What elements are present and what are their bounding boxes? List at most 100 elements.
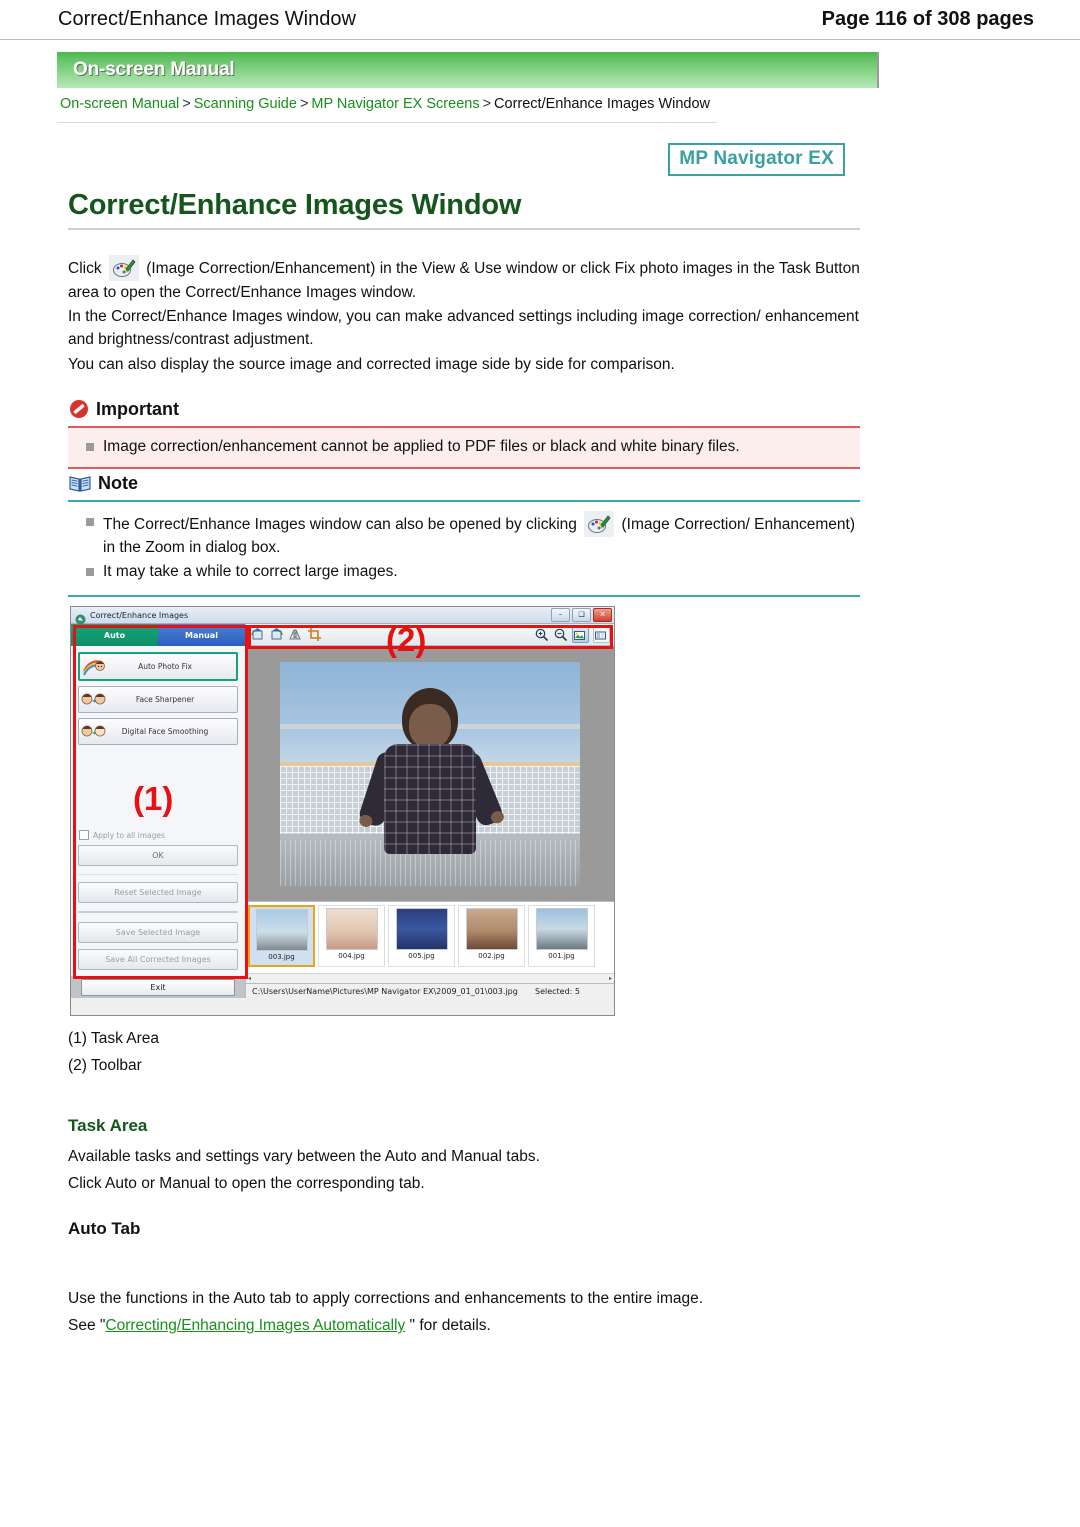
image-preview-area[interactable] [246,646,614,901]
auto-photo-fix-label: Auto Photo Fix [138,662,192,671]
app-status-bar: C:\Users\UserName\Pictures\MP Navigator … [246,983,614,998]
window-controls: – ❑ ✕ [551,608,612,622]
mp-navigator-ex-logo: MP Navigator EX [668,143,845,176]
note-bullet-1: It may take a while to correct large ima… [68,561,860,583]
page-title: Correct/Enhance Images Window [58,8,356,30]
exit-button[interactable]: Exit [81,978,235,996]
note-body: The Correct/Enhance Images window can al… [68,502,860,595]
zoom-in-icon[interactable] [534,627,549,642]
intro-p1-pre: Click [68,260,102,277]
tab-manual[interactable]: Manual [158,624,245,646]
breadcrumb-item-1[interactable]: Scanning Guide [194,96,297,112]
image-correction-enhancement-icon [584,511,615,537]
rotate-left-icon[interactable] [250,627,265,642]
task-divider-2 [78,911,238,913]
app-toolbar [246,624,614,646]
important-heading-row: Important [68,396,860,422]
thumbnail-label: 004.jpg [338,952,365,960]
compare-view-icon[interactable] [593,626,610,643]
thumbnail-label: 005.jpg [408,952,435,960]
thumbnail-horizontal-scrollbar[interactable]: ◂ ▸ [246,973,614,983]
app-window-title: Correct/Enhance Images [90,610,189,620]
note-heading-row: Note [68,470,860,496]
digital-face-smoothing-icon [81,722,107,742]
thumbnail-item[interactable]: 005.jpg [388,905,455,967]
auto-photo-fix-button[interactable]: Auto Photo Fix [78,652,238,681]
bullet-square-icon [86,518,94,526]
apply-to-all-images-checkbox-row[interactable]: Apply to all images [79,830,238,840]
title-divider [68,228,860,230]
thumbnail-item[interactable]: 001.jpg [528,905,595,967]
important-bullet-0: Image correction/enhancement cannot be a… [68,436,860,458]
correcting-enhancing-images-automatically-link[interactable]: Correcting/Enhancing Images Automaticall… [105,1317,405,1334]
ok-button[interactable]: OK [78,845,238,866]
page-header: Correct/Enhance Images Window Page 116 o… [0,0,1080,40]
save-selected-image-button[interactable]: Save Selected Image [78,922,238,943]
thumbnail-strip[interactable]: 003.jpg 004.jpg 005.jpg 002.jpg 001.jpg [246,901,614,973]
tab-auto[interactable]: Auto [71,624,158,646]
digital-face-smoothing-button[interactable]: Digital Face Smoothing [78,718,238,745]
digital-face-smoothing-label: Digital Face Smoothing [121,727,209,736]
maximize-button[interactable]: ❑ [572,608,591,622]
note-item-1-text: It may take a while to correct large ima… [103,563,398,580]
breadcrumb-item-2[interactable]: MP Navigator EX Screens [311,96,479,112]
thumbnail-item[interactable]: 003.jpg [248,905,315,967]
annotation-number-2: (2) [386,621,427,658]
note-bottom-rule [68,595,860,597]
thumbnail-image [535,908,588,950]
breadcrumb-sep-1: > [299,96,309,112]
breadcrumb: On-screen Manual > Scanning Guide > MP Navig… [60,96,1000,112]
face-sharpener-button[interactable]: Face Sharpener [78,686,238,713]
exit-bar: Exit [71,976,245,998]
thumbnail-item[interactable]: 002.jpg [458,905,525,967]
caption-task-area: (1) Task Area [68,1030,160,1047]
bullet-square-icon [86,443,94,451]
thumbnail-label: 001.jpg [548,952,575,960]
task-tabs: Auto Manual [71,624,245,646]
intro-paragraph-1: Click (Image Correction/Enhancement) in … [68,255,868,304]
apply-to-all-images-checkbox[interactable] [79,830,89,840]
important-heading-label: Important [96,398,179,419]
breadcrumb-sep-0: > [182,96,191,112]
task-area-line-1: Available tasks and settings vary betwee… [68,1148,540,1165]
note-heading-label: Note [98,472,138,493]
reset-selected-image-button[interactable]: Reset Selected Image [78,882,238,903]
thumbnail-item[interactable]: 004.jpg [318,905,385,967]
auto-tab-line-1: Use the functions in the Auto tab to app… [68,1290,704,1307]
status-selected-count: Selected: 5 [534,986,580,996]
thumbnail-label: 002.jpg [478,952,505,960]
rotate-right-icon[interactable] [269,627,284,642]
close-button[interactable]: ✕ [593,608,612,622]
preview-panel: 003.jpg 004.jpg 005.jpg 002.jpg 001.jpg … [246,624,614,998]
on-screen-manual-banner: On-screen Manual [57,52,879,88]
fit-to-window-icon[interactable] [572,626,589,643]
minimize-button[interactable]: – [551,608,570,622]
thumbnail-image [465,908,518,950]
heading-task-area: Task Area [68,1116,148,1135]
crop-icon[interactable] [307,627,322,642]
thumbnail-label: 003.jpg [268,953,295,961]
zoom-out-icon[interactable] [553,627,568,642]
manual-page: Correct/Enhance Images Window Page 116 o… [0,0,1080,1527]
thumbnail-image [255,909,308,951]
banner-label: On-screen Manual [73,59,235,80]
note-bullet-0: The Correct/Enhance Images window can al… [68,511,860,559]
annotation-number-1: (1) [133,780,174,817]
face-sharpener-label: Face Sharpener [135,695,195,704]
scroll-left-arrow-icon[interactable]: ◂ [248,975,251,982]
task-divider-1 [78,874,238,875]
scroll-right-arrow-icon[interactable]: ▸ [609,975,612,982]
breadcrumb-sep-2: > [482,96,492,112]
mirror-flip-icon[interactable] [288,627,303,642]
save-all-corrected-images-button[interactable]: Save All Corrected Images [78,949,238,970]
important-warning-icon [68,398,90,420]
bullet-square-icon [86,568,94,576]
breadcrumb-item-3: Correct/Enhance Images Window [494,96,711,112]
auto-tab-see-line: See "Correcting/Enhancing Images Automat… [68,1314,888,1337]
intro-p1-post: (Image Correction/Enhancement) in the Vi… [68,260,860,301]
image-correction-enhancement-icon [108,255,139,281]
breadcrumb-item-0[interactable]: On-screen Manual [60,96,179,112]
note-book-icon [68,473,92,493]
app-title-bar: Correct/Enhance Images – ❑ ✕ [71,607,614,624]
caption-toolbar: (2) Toolbar [68,1057,142,1074]
